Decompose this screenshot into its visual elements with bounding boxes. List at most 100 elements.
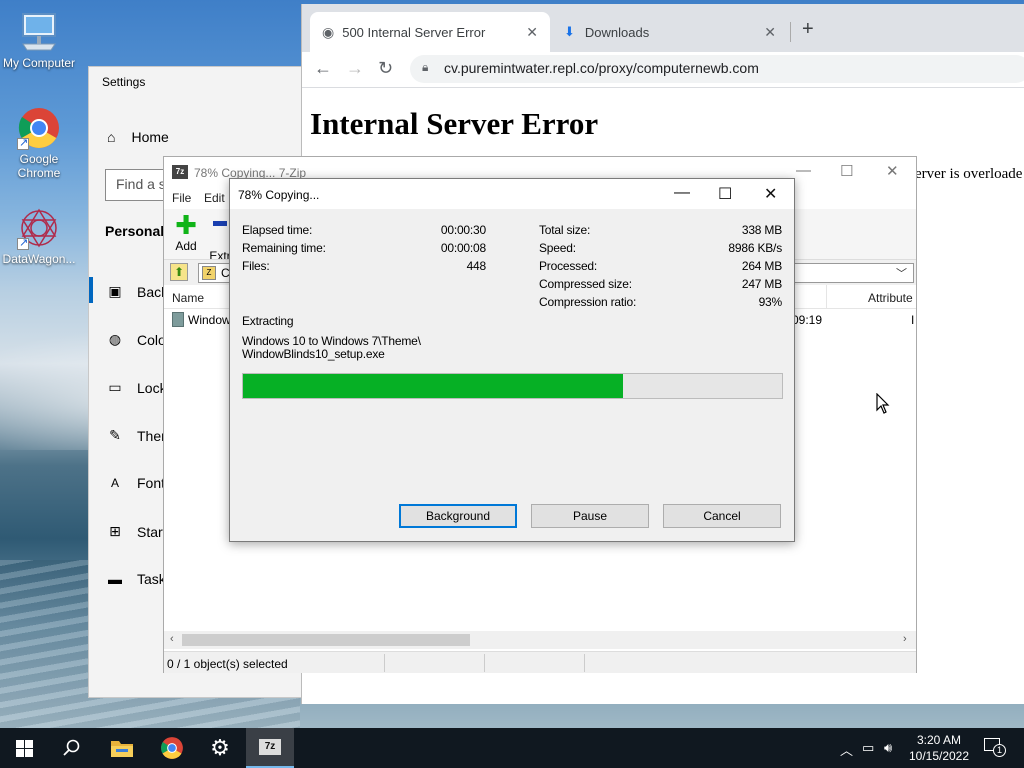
tab-downloads[interactable]: ⬇ Downloads ✕ (552, 12, 788, 52)
close-icon[interactable]: ✕ (886, 162, 899, 180)
horizontal-scrollbar[interactable]: ‹ › (164, 631, 916, 649)
home-icon: ⌂ (107, 129, 116, 145)
settings-nav-themes[interactable]: ✎ Ther (107, 427, 166, 444)
start-button[interactable] (0, 728, 48, 768)
taskbar-icon: ▬ (108, 571, 122, 587)
clock-date: 10/15/2022 (908, 749, 970, 763)
desktop-icon-my-computer[interactable]: My Computer (0, 10, 78, 70)
desktop-icon-label: Google Chrome (17, 152, 61, 180)
search-button[interactable] (48, 728, 96, 768)
cancel-button[interactable]: Cancel (663, 504, 781, 528)
close-tab-icon[interactable]: ✕ (764, 24, 776, 41)
taskbar-file-explorer[interactable] (98, 728, 146, 768)
add-button[interactable]: ✚ Add (172, 211, 200, 253)
tab-strip: ◉ 500 Internal Server Error ✕ ⬇ Download… (302, 4, 1024, 52)
column-attributes[interactable]: Attribute (868, 291, 913, 305)
chevron-up-icon[interactable]: ︿ (840, 740, 853, 759)
row-time: 09:19 (792, 313, 823, 327)
progress-fill (243, 374, 623, 398)
total-size-label: Total size: (539, 223, 591, 237)
status-divider (484, 654, 485, 672)
search-icon (63, 739, 80, 756)
dialog-title: 78% Copying... (238, 188, 320, 202)
download-icon: ⬇ (564, 24, 575, 39)
settings-gear-icon: ⚙ (210, 735, 230, 760)
close-icon[interactable]: ✕ (764, 184, 777, 204)
settings-nav-start[interactable]: ⊞ Start (107, 523, 166, 540)
status-text: 0 / 1 object(s) selected (167, 657, 288, 671)
taskbar: ⚙ 7z ︿ ▭ 🔊︎ 3:20 AM 10/15/2022 1 (0, 728, 1024, 768)
column-name[interactable]: Name (172, 291, 204, 305)
tab-title: Downloads (584, 24, 650, 40)
scroll-left-icon[interactable]: ‹ (170, 633, 174, 645)
processed-label: Processed: (539, 259, 598, 273)
shortcut-arrow-icon (17, 136, 29, 150)
archive-icon: Z (202, 266, 216, 280)
volume-icon[interactable]: 🔊︎ (884, 740, 892, 756)
palette-icon: ◍ (108, 331, 122, 347)
start-grid-icon: ⊞ (109, 523, 121, 539)
maximize-icon[interactable]: ☐ (840, 162, 853, 180)
close-tab-icon[interactable]: ✕ (526, 24, 538, 41)
copy-progress-bar (242, 373, 783, 399)
speed-value: 8986 KB/s (728, 241, 782, 255)
scrollbar-thumb[interactable] (182, 634, 470, 646)
scroll-right-icon[interactable]: › (903, 633, 907, 645)
settings-nav-background[interactable]: ▣ Back (107, 283, 168, 300)
chevron-down-icon[interactable]: ﹀ (896, 265, 907, 281)
taskbar-7zip[interactable]: 7z (246, 728, 294, 768)
lock-screen-icon: ▭ (108, 379, 122, 395)
folder-up-icon[interactable]: ⬆ (170, 263, 188, 281)
compressed-size-value: 247 MB (741, 277, 782, 291)
mouse-cursor-icon (876, 392, 890, 418)
url-text: cv.puremintwater.repl.co/proxy/computern… (444, 60, 759, 76)
total-size-value: 338 MB (741, 223, 782, 237)
speed-label: Speed: (539, 241, 576, 255)
tab-internal-server-error[interactable]: ◉ 500 Internal Server Error ✕ (310, 12, 550, 52)
address-bar[interactable]: 🔒︎ cv.puremintwater.repl.co/proxy/comput… (410, 55, 1024, 83)
files-value: 448 (466, 259, 487, 273)
file-explorer-icon (111, 741, 133, 757)
image-icon: ▣ (108, 283, 122, 299)
new-tab-button[interactable]: + (802, 18, 814, 41)
browser-toolbar: ← → ↻ 🔒︎ cv.puremintwater.repl.co/proxy/… (302, 52, 1024, 88)
font-icon: A (110, 476, 119, 490)
settings-home-link[interactable]: ⌂ Home (107, 129, 169, 145)
copy-progress-dialog[interactable]: 78% Copying... — ☐ ✕ Elapsed time: 00:00… (229, 178, 795, 542)
tab-divider (790, 22, 791, 42)
elapsed-time-label: Elapsed time: (242, 223, 313, 237)
notification-count: 1 (993, 744, 1006, 757)
add-label: Add (175, 239, 197, 253)
forward-arrow-icon[interactable]: → (346, 58, 364, 79)
dialog-title-bar[interactable]: 78% Copying... — ☐ ✕ (230, 179, 794, 209)
menu-file[interactable]: File (172, 191, 191, 205)
windows-start-icon (15, 739, 33, 757)
network-icon[interactable]: ▭ (862, 740, 874, 756)
status-divider (584, 654, 585, 672)
taskbar-chrome[interactable] (148, 728, 196, 768)
taskbar-settings[interactable]: ⚙ (196, 728, 244, 768)
7zip-app-icon: 7z (172, 165, 188, 179)
minimize-icon[interactable]: — (796, 162, 811, 179)
settings-title: Settings (102, 75, 146, 89)
taskbar-clock[interactable]: 3:20 AM 10/15/2022 (904, 732, 974, 764)
chrome-icon (17, 106, 61, 150)
active-indicator (89, 277, 93, 303)
menu-edit[interactable]: Edit (204, 191, 225, 205)
settings-nav-colors[interactable]: ◍ Colo (107, 331, 166, 348)
operation-label: Extracting (242, 314, 294, 328)
desktop-icon-datawagon[interactable]: DataWagon... (0, 206, 78, 266)
page-text: erver is overloade (915, 166, 1023, 182)
action-center-button[interactable]: 1 (984, 738, 1006, 757)
processed-value: 264 MB (741, 259, 782, 273)
desktop-icon-chrome[interactable]: Google Chrome (0, 106, 78, 180)
maximize-icon[interactable]: ☐ (718, 184, 732, 204)
settings-nav-lock-screen[interactable]: ▭ Lock (107, 379, 166, 396)
pause-button[interactable]: Pause (531, 504, 649, 528)
home-label: Home (131, 129, 169, 145)
minimize-icon[interactable]: — (674, 184, 690, 202)
back-arrow-icon[interactable]: ← (314, 58, 332, 79)
background-button[interactable]: Background (399, 504, 517, 528)
remaining-time-label: Remaining time: (242, 241, 326, 255)
reload-icon[interactable]: ↻ (378, 58, 393, 79)
